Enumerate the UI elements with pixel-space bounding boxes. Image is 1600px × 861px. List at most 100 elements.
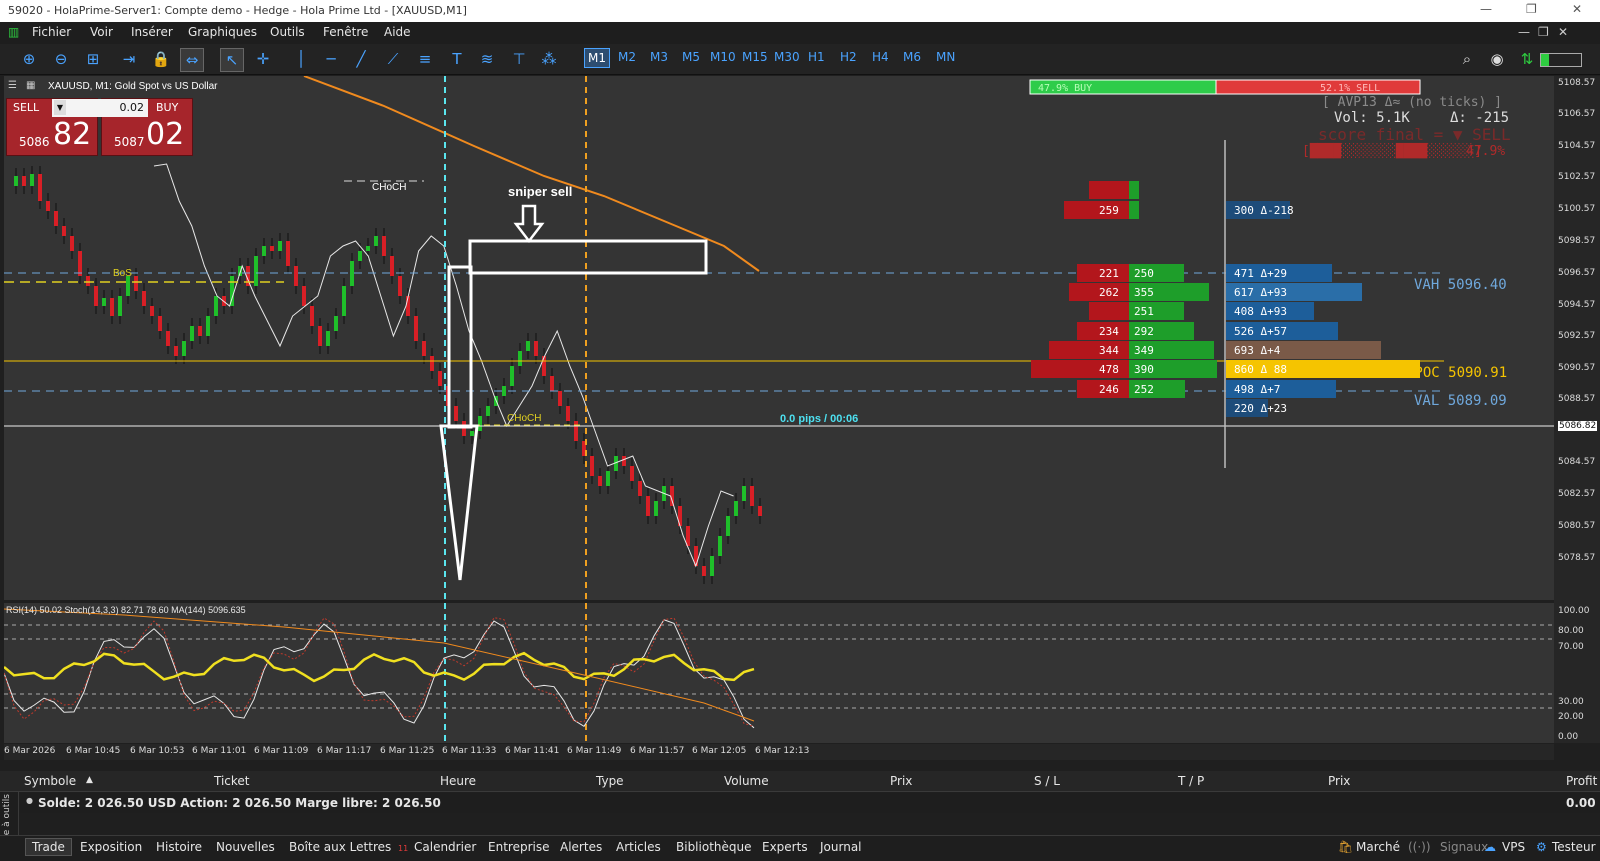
crosshair-icon[interactable]: ✛	[252, 48, 274, 70]
candle	[70, 236, 74, 251]
child-minimize-button[interactable]: —	[1518, 25, 1530, 39]
candle	[382, 236, 386, 256]
notifications-icon[interactable]: ◉	[1486, 48, 1508, 70]
tab-articles[interactable]: Articles	[616, 840, 661, 854]
tab-calendrier[interactable]: Calendrier	[414, 840, 476, 854]
tf-m3[interactable]: M3	[650, 50, 668, 64]
indicator-panel[interactable]: RSI(14) 50.02 Stoch(14,3,3) 82.71 78.60 …	[4, 603, 1554, 743]
tab-experts[interactable]: Experts	[762, 840, 808, 854]
fibonacci-icon[interactable]: ≋	[476, 48, 498, 70]
tab-bibliotheque[interactable]: Bibliothèque	[676, 840, 752, 854]
child-restore-button[interactable]: ❐	[1538, 25, 1549, 39]
child-close-button[interactable]: ✕	[1558, 25, 1568, 39]
tf-h4[interactable]: H4	[872, 50, 889, 64]
menu-fenetre[interactable]: Fenêtre	[323, 25, 368, 39]
rsi-line	[4, 651, 755, 683]
chart-shift-icon[interactable]: ⇔	[180, 48, 204, 72]
score-label: score final = ▼ SELL	[1318, 125, 1511, 144]
col-heure[interactable]: Heure	[440, 774, 476, 788]
autoscroll-icon[interactable]: ⇥	[118, 48, 140, 70]
status-marche[interactable]: Marché	[1356, 840, 1400, 854]
tab-journal[interactable]: Journal	[820, 840, 862, 854]
restore-button[interactable]: ❐	[1526, 2, 1537, 16]
col-sl[interactable]: S / L	[1034, 774, 1060, 788]
col-volume[interactable]: Volume	[724, 774, 769, 788]
tf-m6[interactable]: M6	[903, 50, 921, 64]
tab-boite-aux-lettres[interactable]: Boîte aux Lettres	[289, 840, 391, 854]
menu-fichier[interactable]: Fichier	[32, 25, 71, 39]
col-symbole[interactable]: Symbole	[24, 774, 76, 788]
cursor-icon[interactable]: ↖	[220, 48, 244, 72]
lock-icon[interactable]: 🔒	[150, 48, 172, 70]
menu-inserer[interactable]: Insérer	[131, 25, 173, 39]
tester-icon: ⚙	[1536, 840, 1547, 854]
market-icon: 🛍	[1338, 840, 1354, 854]
col-prix[interactable]: Prix	[890, 774, 912, 788]
lot-dropdown-icon[interactable]: ▼	[54, 100, 66, 115]
status-vps[interactable]: VPS	[1502, 840, 1525, 854]
sniper-arrow-icon	[513, 204, 545, 244]
price-label: 5098.57	[1558, 236, 1596, 246]
price-axis[interactable]: 5108.57 5106.57 5104.57 5102.57 5100.57 …	[1554, 76, 1600, 743]
tf-m1[interactable]: M1	[584, 48, 610, 68]
channel-icon[interactable]: ≡	[414, 48, 436, 70]
sort-up-icon: ▲	[86, 775, 93, 785]
menu-outils[interactable]: Outils	[270, 25, 305, 39]
tf-m15[interactable]: M15	[742, 50, 768, 64]
tab-entreprise[interactable]: Entreprise	[488, 840, 549, 854]
delta-profile-value: 526 Δ+57	[1234, 325, 1287, 338]
close-button[interactable]: ✕	[1572, 2, 1582, 16]
tab-exposition[interactable]: Exposition	[80, 840, 142, 854]
tf-m30[interactable]: M30	[774, 50, 800, 64]
grid-icon[interactable]: ⊞	[82, 48, 104, 70]
balance-row[interactable]: ● Solde: 2 026.50 USD Action: 2 026.50 M…	[20, 793, 1600, 813]
candle	[78, 251, 82, 276]
tf-m10[interactable]: M10	[710, 50, 736, 64]
zoom-out-icon[interactable]: ⊖	[50, 48, 72, 70]
tab-alertes[interactable]: Alertes	[560, 840, 602, 854]
tab-nouvelles[interactable]: Nouvelles	[216, 840, 275, 854]
candle	[62, 226, 66, 236]
trendline-icon[interactable]: ╱	[350, 48, 372, 70]
chart-menu-icon[interactable]: ☰	[8, 80, 17, 91]
time-axis[interactable]: 6 Mar 2026 6 Mar 10:45 6 Mar 10:53 6 Mar…	[4, 744, 1554, 760]
candle	[742, 486, 746, 501]
vpoc-label: VPOC 5090.91	[1406, 365, 1507, 381]
price-label: 5078.57	[1558, 553, 1596, 563]
profile-buy-value: 355	[1134, 286, 1154, 299]
col-ticket[interactable]: Ticket	[214, 774, 250, 788]
shapes-icon[interactable]: ⁂	[538, 48, 560, 70]
minimize-button[interactable]: —	[1480, 2, 1492, 16]
bullet-icon: ●	[26, 796, 33, 805]
horizontal-line-icon[interactable]: ─	[320, 48, 342, 70]
tab-trade[interactable]: Trade	[25, 838, 72, 856]
col-prix-current[interactable]: Prix	[1328, 774, 1350, 788]
lot-size-input[interactable]: ▼ 0.02	[52, 99, 148, 117]
col-profit[interactable]: Profit	[1566, 774, 1597, 788]
vertical-line-icon[interactable]: │	[290, 48, 312, 70]
menu-aide[interactable]: Aide	[384, 25, 411, 39]
zoom-in-icon[interactable]: ⊕	[18, 48, 40, 70]
tf-h1[interactable]: H1	[808, 50, 825, 64]
tf-h2[interactable]: H2	[840, 50, 857, 64]
candle	[302, 286, 306, 306]
menu-graphiques[interactable]: Graphiques	[188, 25, 257, 39]
candle	[358, 251, 362, 261]
candle	[598, 476, 602, 486]
price-label: 5104.57	[1558, 141, 1596, 151]
col-tp[interactable]: T / P	[1178, 774, 1204, 788]
text-label-icon[interactable]: ⊤	[508, 48, 530, 70]
signals-icon: ((·))	[1408, 840, 1431, 854]
tf-m5[interactable]: M5	[682, 50, 700, 64]
tf-m2[interactable]: M2	[618, 50, 636, 64]
tab-histoire[interactable]: Histoire	[156, 840, 202, 854]
tf-mn[interactable]: MN	[936, 50, 955, 64]
text-icon[interactable]: T	[446, 48, 468, 70]
price-chart[interactable]: sniper sell CHoCH BoS CHoCH 0.0 pips / 0…	[4, 76, 1554, 600]
menu-voir[interactable]: Voir	[90, 25, 113, 39]
search-icon[interactable]: ⌕	[1456, 48, 1478, 70]
col-type[interactable]: Type	[596, 774, 624, 788]
angle-line-icon[interactable]: ⟋	[382, 48, 404, 70]
status-signaux[interactable]: Signaux	[1440, 840, 1488, 854]
status-testeur[interactable]: Testeur	[1552, 840, 1596, 854]
